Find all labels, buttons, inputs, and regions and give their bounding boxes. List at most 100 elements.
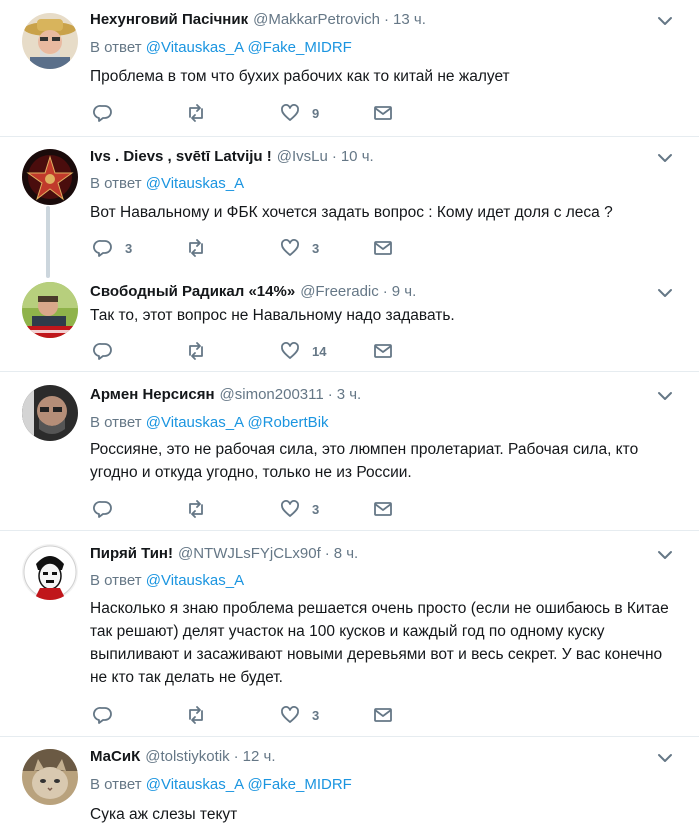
retweet-button[interactable] [186, 340, 218, 362]
heart-icon [281, 239, 299, 256]
reply-icon [93, 105, 112, 122]
mention-link[interactable]: @Fake_MIDRF [247, 776, 351, 793]
chevron-down-icon[interactable] [657, 150, 673, 166]
chevron-down-icon[interactable] [657, 547, 673, 563]
reply-prefix: В ответ [90, 572, 142, 589]
avatar[interactable] [22, 385, 78, 441]
mention-link[interactable]: @RobertBik [247, 414, 328, 431]
timestamp[interactable]: 9 ч. [392, 282, 417, 302]
user-handle[interactable]: @NTWJLsFYjCLx90f [178, 544, 321, 564]
separator-dot: · [324, 545, 330, 562]
action-bar: 9 [90, 102, 410, 124]
display-name[interactable]: Армен Нерсисян [90, 385, 215, 405]
tweet: Армен Нерсисян @simon200311 · 3 ч. В отв… [0, 372, 699, 530]
chevron-down-icon[interactable] [657, 388, 673, 404]
reply-button[interactable] [93, 102, 125, 124]
mention-link[interactable]: @Vitauskas_A [146, 175, 244, 192]
reply-to-line: В ответ @Vitauskas_A [90, 571, 244, 591]
tweet-text: Вот Навальному и ФБК хочется задать вопр… [90, 204, 613, 221]
display-name[interactable]: Ivs . Dievs , svētī Latviju ! [90, 147, 272, 167]
action-bar: 3 3 [90, 237, 410, 259]
reply-to-line: В ответ @Vitauskas_A @Fake_MIDRF [90, 775, 352, 795]
avatar[interactable] [22, 749, 78, 805]
tweet-text: Проблема в том что бухих рабочих как то … [90, 68, 510, 85]
reply-to-line: В ответ @Vitauskas_A @Fake_MIDRF [90, 38, 352, 58]
reply-icon [93, 240, 112, 257]
direct-message-button[interactable] [373, 704, 393, 726]
retweet-icon [189, 239, 203, 257]
action-bar: 3 [90, 704, 410, 726]
retweet-button[interactable] [186, 704, 218, 726]
action-bar: 14 [90, 340, 410, 362]
user-handle[interactable]: @MakkarPetrovich [253, 10, 380, 30]
reply-icon [93, 343, 112, 360]
like-button[interactable]: 14 [280, 340, 326, 362]
tweet: Нехунговий Пасічник @MakkarPetrovich · 1… [0, 0, 699, 136]
reply-prefix: В ответ [90, 175, 142, 192]
separator-dot: · [233, 748, 239, 765]
user-handle[interactable]: @IvsLu [277, 147, 328, 167]
reply-prefix: В ответ [90, 776, 142, 793]
timestamp[interactable]: 13 ч. [393, 10, 426, 30]
reply-to-line: В ответ @Vitauskas_A @RobertBik [90, 413, 329, 433]
reply-icon [93, 707, 112, 724]
timestamp[interactable]: 12 ч. [243, 747, 276, 767]
reply-button[interactable]: 3 [93, 237, 132, 259]
reply-button[interactable] [93, 704, 125, 726]
retweet-button[interactable] [186, 498, 218, 520]
direct-message-button[interactable] [373, 237, 393, 259]
avatar[interactable] [22, 149, 78, 205]
avatar[interactable] [22, 544, 78, 600]
like-button[interactable]: 9 [280, 102, 319, 124]
retweet-icon [189, 706, 203, 724]
user-handle[interactable]: @Freeradic [300, 282, 379, 302]
tweet-text: Так то, этот вопрос не Навальному надо з… [90, 307, 455, 324]
retweet-icon [189, 104, 203, 122]
mention-link[interactable]: @Vitauskas_A [146, 414, 244, 431]
envelope-icon [374, 106, 392, 120]
direct-message-button[interactable] [373, 498, 393, 520]
timestamp[interactable]: 3 ч. [337, 385, 362, 405]
chevron-down-icon[interactable] [657, 750, 673, 766]
reply-prefix: В ответ [90, 39, 142, 56]
like-button[interactable]: 3 [280, 498, 319, 520]
display-name[interactable]: Нехунговий Пасічник [90, 10, 248, 30]
separator-dot: · [382, 283, 388, 300]
envelope-icon [374, 344, 392, 358]
display-name[interactable]: МаСиК [90, 747, 140, 767]
reply-button[interactable] [93, 340, 125, 362]
reply-to-line: В ответ @Vitauskas_A [90, 174, 244, 194]
tweet: МаСиК @tolstiykotik · 12 ч. В ответ @Vit… [0, 737, 699, 829]
heart-icon [281, 706, 299, 723]
mention-link[interactable]: @Vitauskas_A [146, 572, 244, 589]
display-name[interactable]: Свободный Радикал «14%» [90, 282, 295, 302]
tweet: Свободный Радикал «14%» @Freeradic · 9 ч… [0, 272, 699, 371]
direct-message-button[interactable] [373, 102, 393, 124]
like-button[interactable]: 3 [280, 237, 319, 259]
mention-link[interactable]: @Vitauskas_A [146, 39, 244, 56]
tweet: Ivs . Dievs , svētī Latviju ! @IvsLu · 1… [0, 137, 699, 262]
heart-icon [281, 500, 299, 517]
user-handle[interactable]: @tolstiykotik [145, 747, 229, 767]
envelope-icon [374, 241, 392, 255]
direct-message-button[interactable] [373, 340, 393, 362]
mention-link[interactable]: @Fake_MIDRF [247, 39, 351, 56]
chevron-down-icon[interactable] [657, 13, 673, 29]
user-handle[interactable]: @simon200311 [220, 385, 324, 405]
separator-dot: · [331, 148, 337, 165]
envelope-icon [374, 502, 392, 516]
retweet-button[interactable] [186, 102, 218, 124]
retweet-button[interactable] [186, 237, 218, 259]
mention-link[interactable]: @Vitauskas_A [146, 776, 244, 793]
timestamp[interactable]: 10 ч. [341, 147, 374, 167]
separator-dot: · [384, 11, 390, 28]
reply-prefix: В ответ [90, 414, 142, 431]
like-button[interactable]: 3 [280, 704, 319, 726]
avatar[interactable] [22, 282, 78, 338]
chevron-down-icon[interactable] [657, 285, 673, 301]
avatar[interactable] [22, 13, 78, 69]
tweet: Пиряй Тин! @NTWJLsFYjCLx90f · 8 ч. В отв… [0, 531, 699, 736]
display-name[interactable]: Пиряй Тин! [90, 544, 173, 564]
timestamp[interactable]: 8 ч. [334, 544, 359, 564]
reply-button[interactable] [93, 498, 125, 520]
